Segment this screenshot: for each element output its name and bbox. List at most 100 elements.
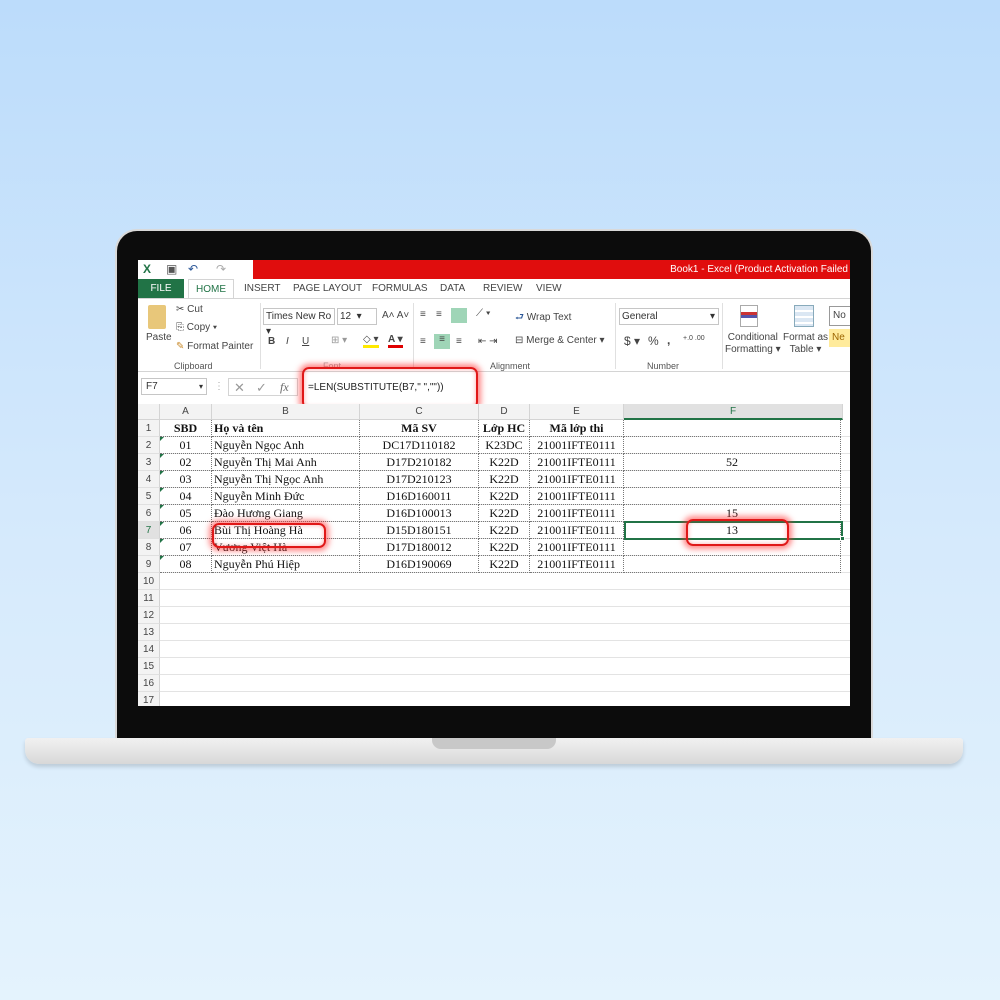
- copy-button[interactable]: ⎘ Copy ▾: [176, 322, 217, 333]
- font-color-icon[interactable]: A ▾: [388, 334, 403, 348]
- cell-B5[interactable]: Nguyễn Minh Đức: [212, 488, 360, 505]
- cell-F4[interactable]: [624, 471, 841, 488]
- column-header-F[interactable]: F: [624, 404, 843, 420]
- tab-insert[interactable]: INSERT: [244, 279, 281, 298]
- middle-align-icon[interactable]: ≡: [436, 309, 442, 320]
- row-header-3[interactable]: 3: [138, 454, 160, 471]
- tab-home[interactable]: HOME: [188, 279, 234, 298]
- tab-formulas[interactable]: FORMULAS: [372, 279, 428, 298]
- font-size-select[interactable]: 12 ▾: [337, 308, 377, 325]
- column-header-D[interactable]: D: [479, 404, 530, 420]
- tab-view[interactable]: VIEW: [536, 279, 562, 298]
- cell-B2[interactable]: Nguyễn Ngọc Anh: [212, 437, 360, 454]
- header-cell-F1[interactable]: [624, 420, 841, 437]
- bold-button[interactable]: B: [268, 336, 275, 347]
- cell-B3[interactable]: Nguyễn Thị Mai Anh: [212, 454, 360, 471]
- borders-icon[interactable]: ⊞ ▾: [331, 335, 347, 346]
- header-cell-D1[interactable]: Lớp HC: [479, 420, 530, 437]
- format-as-table-button[interactable]: Format as Table ▾: [783, 332, 828, 356]
- cell-E5[interactable]: 21001IFTE0111: [530, 488, 624, 505]
- undo-icon[interactable]: ↶: [188, 262, 198, 276]
- row-header-13[interactable]: 13: [138, 624, 160, 641]
- tab-data[interactable]: DATA: [440, 279, 465, 298]
- row-header-15[interactable]: 15: [138, 658, 160, 675]
- enter-icon[interactable]: ✓: [256, 380, 267, 396]
- cell-E8[interactable]: 21001IFTE0111: [530, 539, 624, 556]
- cell-E4[interactable]: 21001IFTE0111: [530, 471, 624, 488]
- align-left-icon[interactable]: ≡: [420, 336, 426, 347]
- italic-button[interactable]: I: [286, 336, 289, 347]
- column-header-C[interactable]: C: [360, 404, 479, 420]
- cell-D3[interactable]: K22D: [479, 454, 530, 471]
- cell-A9[interactable]: 08: [160, 556, 212, 573]
- row-header-17[interactable]: 17: [138, 692, 160, 706]
- save-icon[interactable]: ▣: [166, 262, 177, 276]
- cell-B9[interactable]: Nguyễn Phú Hiệp: [212, 556, 360, 573]
- cell-B6[interactable]: Đào Hương Giang: [212, 505, 360, 522]
- cell-C2[interactable]: DC17D110182: [360, 437, 479, 454]
- row-header-7[interactable]: 7: [138, 522, 160, 539]
- conditional-formatting-icon[interactable]: [740, 305, 758, 327]
- cell-E7[interactable]: 21001IFTE0111: [530, 522, 624, 539]
- cell-C3[interactable]: D17D210182: [360, 454, 479, 471]
- column-header-E[interactable]: E: [530, 404, 624, 420]
- row-header-11[interactable]: 11: [138, 590, 160, 607]
- cell-D4[interactable]: K22D: [479, 471, 530, 488]
- number-format-select[interactable]: General ▾: [619, 308, 719, 325]
- paste-icon[interactable]: [148, 305, 166, 329]
- font-name-select[interactable]: Times New Ro ▾: [263, 308, 335, 337]
- header-cell-B1[interactable]: Họ và tên: [212, 420, 360, 437]
- cell-E3[interactable]: 21001IFTE0111: [530, 454, 624, 471]
- row-header-9[interactable]: 9: [138, 556, 160, 573]
- cell-C7[interactable]: D15D180151: [360, 522, 479, 539]
- insert-function-icon[interactable]: fx: [280, 380, 289, 395]
- increase-decimal-icon[interactable]: +.0 .00: [683, 335, 705, 342]
- cell-C5[interactable]: D16D160011: [360, 488, 479, 505]
- cell-F3[interactable]: 52: [624, 454, 841, 471]
- row-header-10[interactable]: 10: [138, 573, 160, 590]
- select-all[interactable]: [138, 404, 160, 420]
- cell-E2[interactable]: 21001IFTE0111: [530, 437, 624, 454]
- cell-A6[interactable]: 05: [160, 505, 212, 522]
- row-header-14[interactable]: 14: [138, 641, 160, 658]
- comma-button[interactable]: ,: [667, 333, 670, 347]
- cut-button[interactable]: ✂ Cut: [176, 304, 203, 315]
- wrap-text-button[interactable]: ⮐ Wrap Text: [515, 310, 571, 327]
- cell-C9[interactable]: D16D190069: [360, 556, 479, 573]
- grow-font-icon[interactable]: A˄ A˅: [382, 310, 409, 321]
- cell-F9[interactable]: [624, 556, 841, 573]
- cell-D8[interactable]: K22D: [479, 539, 530, 556]
- row-header-8[interactable]: 8: [138, 539, 160, 556]
- cancel-icon[interactable]: ✕: [234, 380, 245, 396]
- cell-D7[interactable]: K22D: [479, 522, 530, 539]
- indent-icons[interactable]: ⇤ ⇥: [478, 336, 498, 347]
- header-cell-C1[interactable]: Mã SV: [360, 420, 479, 437]
- fill-handle[interactable]: [840, 536, 845, 541]
- format-as-table-icon[interactable]: [794, 305, 814, 327]
- cell-C6[interactable]: D16D100013: [360, 505, 479, 522]
- row-header-2[interactable]: 2: [138, 437, 160, 454]
- row-header-5[interactable]: 5: [138, 488, 160, 505]
- cell-A5[interactable]: 04: [160, 488, 212, 505]
- column-header-A[interactable]: A: [160, 404, 212, 420]
- header-cell-E1[interactable]: Mã lớp thi: [530, 420, 624, 437]
- row-header-4[interactable]: 4: [138, 471, 160, 488]
- underline-button[interactable]: U: [302, 336, 309, 347]
- name-box[interactable]: F7 ▾: [141, 378, 207, 395]
- conditional-formatting-button[interactable]: Conditional Formatting ▾: [725, 332, 781, 356]
- cell-A2[interactable]: 01: [160, 437, 212, 454]
- top-align-icon[interactable]: ≡: [420, 309, 426, 320]
- merge-center-button[interactable]: ⊟ Merge & Center ▾: [515, 335, 605, 346]
- cell-B4[interactable]: Nguyễn Thị Ngọc Anh: [212, 471, 360, 488]
- cell-A8[interactable]: 07: [160, 539, 212, 556]
- header-cell-A1[interactable]: SBD: [160, 420, 212, 437]
- tab-page-layout[interactable]: PAGE LAYOUT: [293, 279, 362, 298]
- style-neutral[interactable]: Ne: [829, 329, 850, 347]
- cell-C4[interactable]: D17D210123: [360, 471, 479, 488]
- cell-D9[interactable]: K22D: [479, 556, 530, 573]
- cell-E6[interactable]: 21001IFTE0111: [530, 505, 624, 522]
- orientation-icon[interactable]: ⟋ ▾: [476, 308, 491, 319]
- bottom-align-icon[interactable]: [451, 308, 467, 323]
- cell-D6[interactable]: K22D: [479, 505, 530, 522]
- tab-file[interactable]: FILE: [138, 279, 184, 298]
